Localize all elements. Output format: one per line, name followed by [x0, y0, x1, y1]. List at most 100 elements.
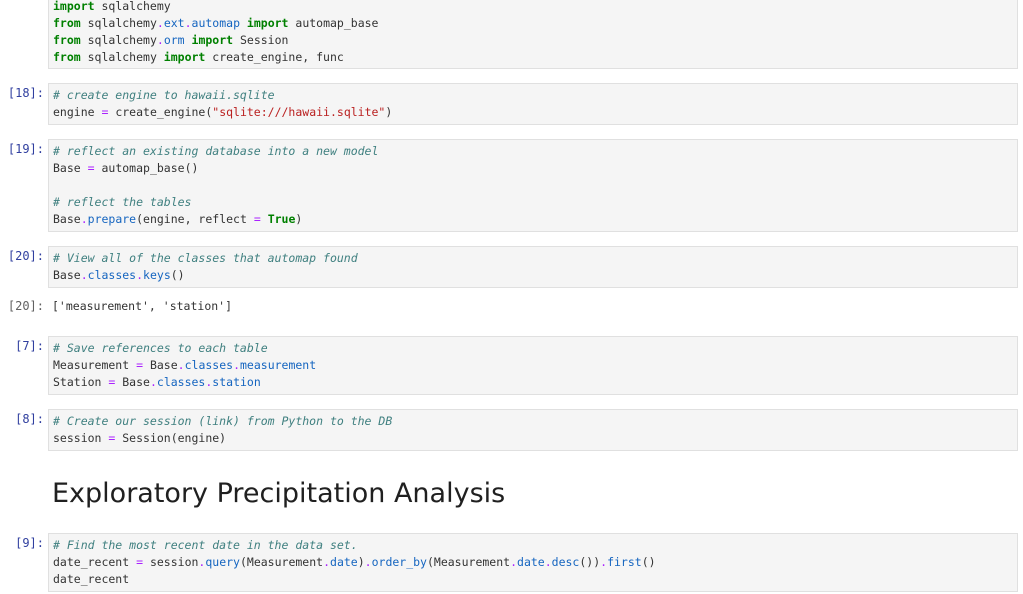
code-text: Base — [53, 161, 81, 175]
code-attr: date — [330, 555, 358, 569]
cell-prompt: [19]: — [7, 142, 44, 156]
code-text: () — [641, 555, 656, 569]
cell-input[interactable]: # Find the most recent date in the data … — [48, 533, 1018, 592]
keyword: from — [53, 50, 81, 64]
code-operator: . — [80, 212, 88, 226]
markdown-heading: Exploratory Precipitation Analysis — [52, 478, 506, 509]
keyword: import — [53, 0, 95, 13]
output-text: ['measurement', 'station'] — [52, 299, 233, 313]
code-operator: . — [323, 555, 331, 569]
code-editor[interactable]: # View all of the classes that automap f… — [49, 247, 1017, 284]
code-text: date_recent — [53, 555, 130, 569]
code-text: sqlalchemy — [80, 50, 157, 64]
code-attr: measurement — [240, 358, 317, 372]
code-text: (engine, reflect — [136, 212, 254, 226]
keyword: import — [156, 50, 206, 64]
code-operator: . — [156, 33, 164, 47]
code-string: "sqlite:///hawaii.sqlite" — [212, 105, 386, 119]
code-operator: . — [149, 375, 157, 389]
cell-prompt: [18]: — [7, 86, 44, 100]
keyword: import — [240, 16, 289, 30]
code-text: ) — [357, 555, 365, 569]
code-operator: = — [129, 358, 150, 372]
cell-input[interactable]: # Create our session (link) from Python … — [48, 409, 1018, 451]
code-operator: = — [80, 161, 102, 175]
code-editor[interactable]: import sqlalchemy from sqlalchemy.ext.au… — [49, 0, 1017, 66]
code-comment: # reflect the tables — [53, 195, 192, 209]
code-attr: query — [205, 555, 240, 569]
code-operator: = — [129, 555, 150, 569]
cell-input[interactable]: # create engine to hawaii.sqlite engine … — [48, 83, 1018, 125]
code-attr: classes — [156, 375, 206, 389]
code-operator: . — [233, 358, 240, 372]
code-text: engine — [53, 105, 95, 119]
code-operator: = — [101, 375, 123, 389]
code-text: ) — [295, 212, 303, 226]
code-text: sqlalchemy — [94, 0, 171, 13]
code-operator: = — [253, 212, 261, 226]
code-operator: = — [101, 431, 123, 445]
code-editor[interactable]: # Save references to each table Measurem… — [49, 337, 1017, 391]
code-text: create_engine( — [115, 105, 213, 119]
code-comment: # Find the most recent date in the data … — [53, 538, 358, 552]
cell-input[interactable]: # Save references to each table Measurem… — [48, 336, 1018, 395]
code-comment: # View all of the classes that automap f… — [53, 251, 358, 265]
code-text: Base — [53, 212, 81, 226]
code-editor[interactable]: # reflect an existing database into a ne… — [49, 140, 1017, 228]
code-text: create_engine, func — [205, 50, 344, 64]
code-text: date_recent — [53, 572, 130, 586]
code-text: (Measurement — [426, 555, 511, 569]
cell-prompt: [20]: — [7, 249, 44, 263]
code-operator: = — [94, 105, 116, 119]
code-builtin: True — [267, 212, 296, 226]
code-text: Session(engine) — [122, 431, 227, 445]
code-attr: classes — [184, 358, 234, 372]
code-attr: ext — [163, 16, 185, 30]
code-attr: order_by — [371, 555, 427, 569]
code-text: Base — [122, 375, 150, 389]
code-comment: # Save references to each table — [53, 341, 268, 355]
code-editor[interactable]: # Create our session (link) from Python … — [49, 410, 1017, 447]
code-operator: . — [364, 555, 372, 569]
code-operator: . — [136, 268, 144, 282]
code-comment: # Create our session (link) from Python … — [53, 414, 393, 428]
code-editor[interactable]: # Find the most recent date in the data … — [49, 534, 1017, 588]
code-text: automap_base() — [101, 161, 199, 175]
code-attr: prepare — [87, 212, 137, 226]
code-text: session — [149, 555, 199, 569]
code-attr: orm — [163, 33, 185, 47]
code-comment: # create engine to hawaii.sqlite — [53, 88, 275, 102]
code-text: Base — [149, 358, 178, 372]
keyword: from — [53, 16, 81, 30]
code-operator: . — [156, 16, 164, 30]
keyword: import — [184, 33, 234, 47]
code-attr: desc — [551, 555, 580, 569]
cell-prompt: [7]: — [15, 339, 44, 353]
code-editor[interactable]: # create engine to hawaii.sqlite engine … — [49, 84, 1017, 121]
code-text: ()) — [579, 555, 601, 569]
cell-input[interactable]: import sqlalchemy from sqlalchemy.ext.au… — [48, 0, 1018, 69]
code-attr: station — [212, 375, 261, 389]
cell-prompt: [8]: — [15, 412, 44, 426]
code-text: ) — [385, 105, 393, 119]
code-operator: . — [544, 555, 552, 569]
code-operator: . — [177, 358, 185, 372]
cell-output: ['measurement', 'station'] — [48, 296, 1018, 315]
code-attr: automap — [191, 16, 240, 30]
output-prompt: [20]: — [7, 299, 44, 313]
keyword: from — [53, 33, 81, 47]
code-attr: date — [517, 555, 545, 569]
cell-prompt: [9]: — [15, 536, 44, 550]
code-attr: keys — [143, 268, 171, 282]
code-operator: . — [80, 268, 88, 282]
code-text: Station — [53, 375, 102, 389]
code-text: sqlalchemy — [80, 16, 157, 30]
code-operator: . — [184, 16, 192, 30]
cell-input[interactable]: # View all of the classes that automap f… — [48, 246, 1018, 288]
code-text: Session — [233, 33, 289, 47]
code-text: Base — [53, 268, 81, 282]
cell-input[interactable]: # reflect an existing database into a ne… — [48, 139, 1018, 232]
code-text: session — [53, 431, 102, 445]
code-text: sqlalchemy — [80, 33, 157, 47]
